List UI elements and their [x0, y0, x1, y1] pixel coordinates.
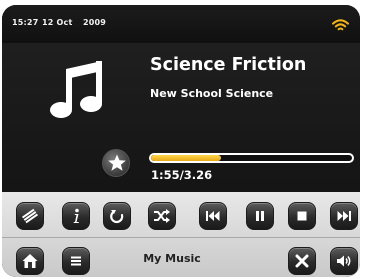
home-button[interactable] [16, 247, 44, 275]
wifi-icon [332, 19, 349, 31]
previous-button[interactable] [199, 202, 227, 230]
repeat-icon [110, 210, 124, 223]
shuffle-button[interactable] [148, 202, 176, 230]
source-label: My Music [143, 252, 201, 265]
status-date: 12 Oct [42, 18, 73, 27]
panel-divider [2, 237, 360, 238]
next-button[interactable] [330, 202, 358, 230]
status-time: 15:27 [12, 18, 39, 27]
browse-button[interactable] [16, 202, 44, 230]
star-icon [108, 154, 126, 171]
stop-icon [297, 211, 307, 221]
volume-icon [337, 255, 351, 267]
status-bar: 15:27 12 Oct 2009 [2, 5, 360, 43]
repeat-button[interactable] [103, 202, 131, 230]
pause-icon [256, 211, 264, 221]
media-player-screen: 15:27 12 Oct 2009 Science Friction New S… [2, 5, 360, 277]
progress-bar[interactable] [149, 153, 354, 163]
next-icon [337, 211, 351, 221]
stop-button[interactable] [288, 202, 316, 230]
time-readout: 1:55/3.26 [151, 168, 213, 182]
home-icon [22, 254, 38, 268]
pause-button[interactable] [246, 202, 274, 230]
previous-icon [206, 211, 220, 221]
info-icon [73, 208, 79, 223]
track-title: Science Friction [150, 55, 307, 75]
track-album: New School Science [150, 87, 274, 100]
music-note-icon [50, 61, 102, 118]
shuffle-icon [154, 209, 170, 223]
browse-icon [21, 208, 39, 224]
info-button[interactable] [62, 202, 90, 230]
close-button[interactable] [288, 247, 316, 275]
status-year: 2009 [83, 18, 107, 27]
favourite-button[interactable] [102, 149, 130, 177]
volume-button[interactable] [330, 247, 358, 275]
close-icon [295, 254, 309, 268]
control-panel: My Music [2, 192, 360, 277]
progress-fill [151, 155, 222, 161]
menu-button[interactable] [62, 247, 90, 275]
menu-icon [71, 256, 81, 266]
